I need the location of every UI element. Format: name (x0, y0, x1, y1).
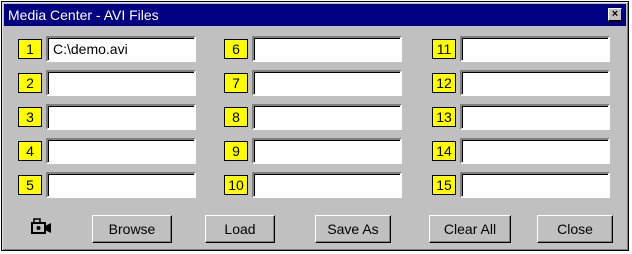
slot-number-2: 2 (18, 73, 42, 93)
title-bar[interactable]: Media Center - AVI Files × (4, 4, 626, 26)
slot-field-13[interactable] (460, 104, 610, 130)
slot-number-5: 5 (18, 175, 42, 195)
slot-field-9[interactable] (252, 138, 402, 164)
video-camera-icon (31, 218, 51, 234)
slot-field-4[interactable] (46, 138, 196, 164)
save-as-button[interactable]: Save As (315, 215, 391, 243)
close-button[interactable]: Close (537, 215, 613, 243)
clear-all-button[interactable]: Clear All (429, 215, 511, 243)
slot-number-4: 4 (18, 141, 42, 161)
slot-number-15: 15 (432, 175, 456, 195)
slot-number-14: 14 (432, 141, 456, 161)
browse-button[interactable]: Browse (92, 215, 172, 243)
slot-field-11[interactable] (460, 36, 610, 62)
slot-number-10: 10 (224, 175, 248, 195)
slot-field-6[interactable] (252, 36, 402, 62)
slot-number-9: 9 (224, 141, 248, 161)
slot-number-12: 12 (432, 73, 456, 93)
slot-field-14[interactable] (460, 138, 610, 164)
slot-field-12[interactable] (460, 70, 610, 96)
slot-field-10[interactable] (252, 172, 402, 198)
slot-field-7[interactable] (252, 70, 402, 96)
slot-number-11: 11 (432, 39, 456, 59)
media-center-window: Media Center - AVI Files × 1 2 3 4 5 6 7… (1, 1, 629, 251)
slot-number-3: 3 (18, 107, 42, 127)
slot-field-5[interactable] (46, 172, 196, 198)
slot-field-1[interactable] (46, 36, 196, 62)
slot-number-6: 6 (224, 39, 248, 59)
slot-field-2[interactable] (46, 70, 196, 96)
slot-field-8[interactable] (252, 104, 402, 130)
close-window-button[interactable]: × (608, 8, 622, 21)
load-button[interactable]: Load (205, 215, 275, 243)
close-icon: × (611, 8, 619, 20)
window-title: Media Center - AVI Files (8, 7, 159, 23)
slot-number-1: 1 (18, 39, 42, 59)
slot-number-13: 13 (432, 107, 456, 127)
slot-field-3[interactable] (46, 104, 196, 130)
slot-field-15[interactable] (460, 172, 610, 198)
slot-number-8: 8 (224, 107, 248, 127)
slot-number-7: 7 (224, 73, 248, 93)
